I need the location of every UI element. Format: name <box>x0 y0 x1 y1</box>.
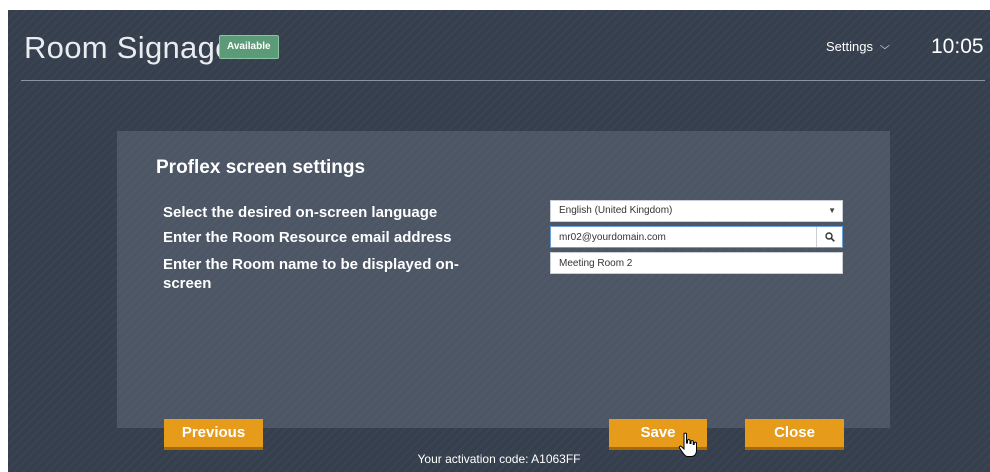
previous-button[interactable]: Previous <box>164 419 263 450</box>
email-label: Enter the Room Resource email address <box>163 229 452 246</box>
caret-down-icon: ▼ <box>828 206 836 215</box>
status-badge: Available <box>219 35 279 59</box>
app-title: Room Signage <box>24 30 233 65</box>
search-icon <box>824 232 835 242</box>
close-button[interactable]: Close <box>745 419 844 450</box>
settings-menu[interactable]: Settings ⌵ <box>826 39 890 54</box>
hand-pointer-icon <box>678 432 697 457</box>
language-label: Select the desired on-screen language <box>163 204 438 221</box>
language-select-value: English (United Kingdom) <box>559 205 673 216</box>
chevron-down-icon: ⌵ <box>879 41 890 52</box>
email-search-button[interactable] <box>816 227 842 247</box>
language-select[interactable]: English (United Kingdom) ▼ <box>550 200 843 222</box>
activation-code: Your activation code: A1063FF <box>417 452 581 466</box>
header-divider <box>21 80 985 81</box>
panel-title: Proflex screen settings <box>156 157 366 178</box>
email-field-wrapper <box>550 226 843 248</box>
settings-label: Settings <box>826 39 873 54</box>
email-input[interactable] <box>551 227 816 247</box>
room-name-input[interactable] <box>550 252 843 274</box>
room-name-label: Enter the Room name to be displayed on-s… <box>163 256 459 292</box>
clock: 10:05 <box>931 35 984 58</box>
room-signage-screen: Room Signage Available Settings ⌵ 10:05 … <box>8 10 990 472</box>
settings-panel: Proflex screen settings Select the desir… <box>117 131 890 428</box>
